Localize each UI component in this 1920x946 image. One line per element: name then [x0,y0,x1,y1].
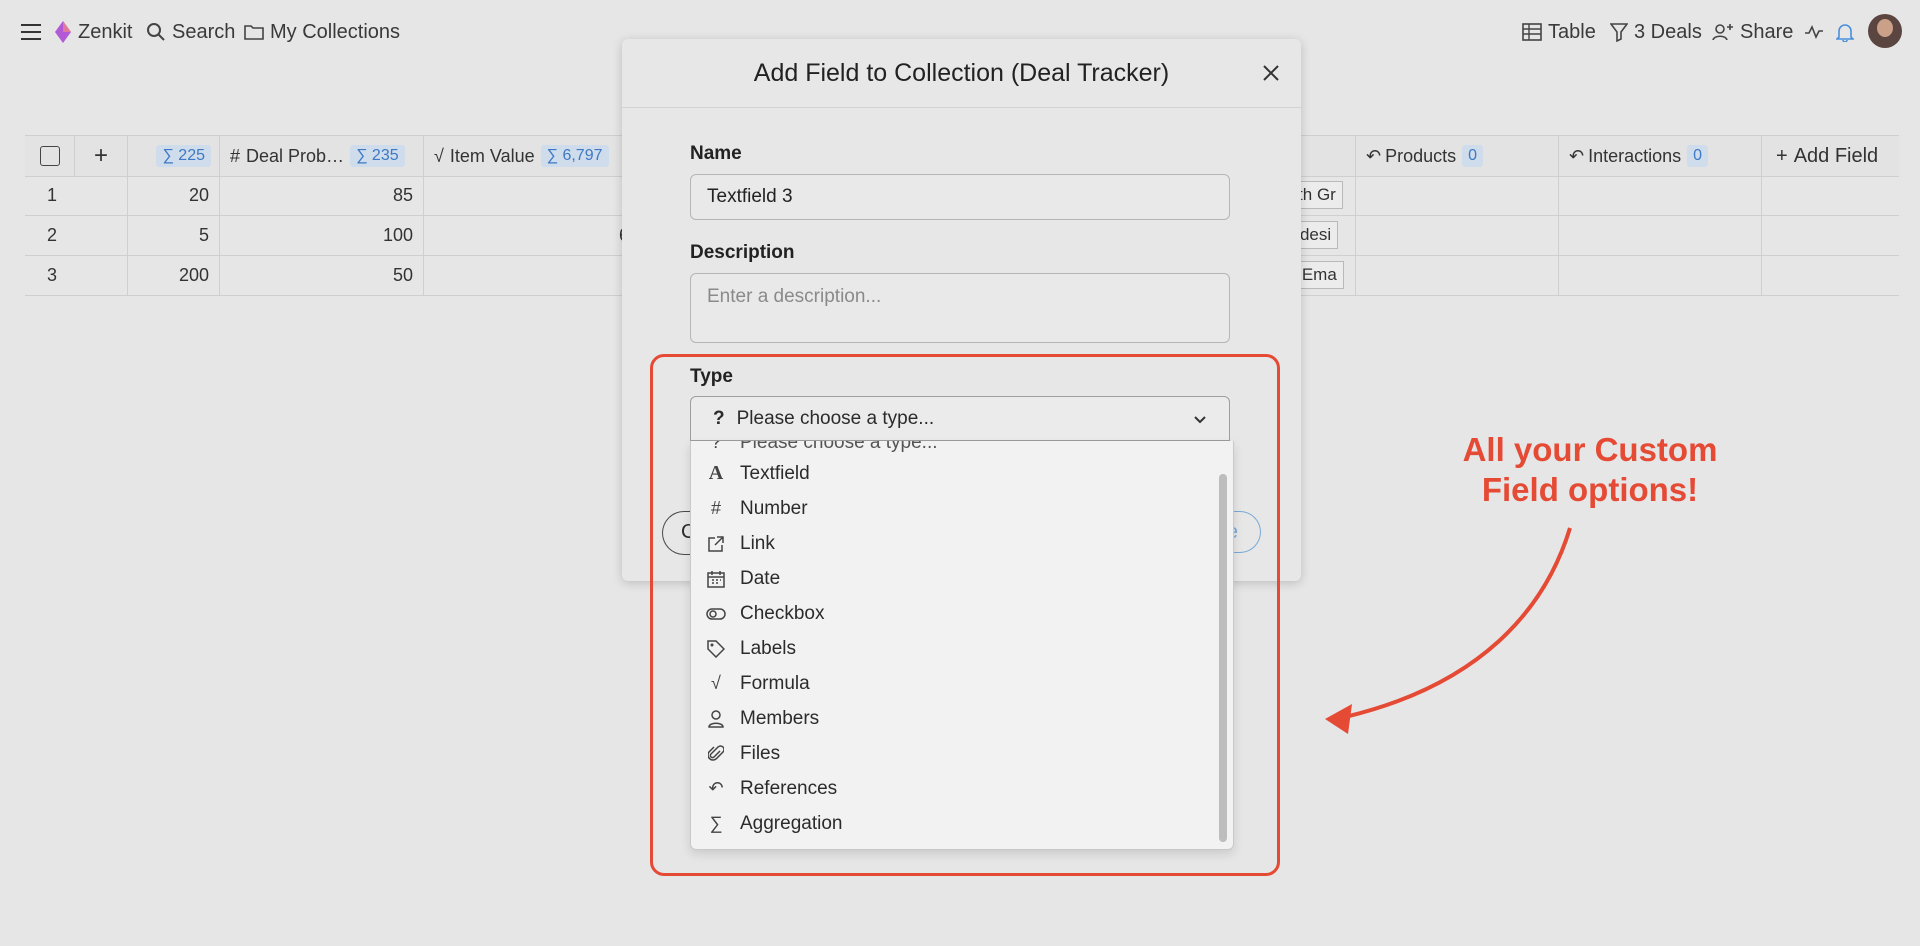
hamburger-menu-button[interactable] [20,18,42,46]
share-button[interactable]: Share [1712,18,1793,46]
description-textarea[interactable] [690,273,1230,343]
view-label: Table [1548,20,1596,43]
cell-interactions[interactable] [1559,255,1762,295]
search-button[interactable]: Search [146,18,235,46]
square-root-icon: √ [434,145,444,166]
cell-qty[interactable]: 200 [128,255,220,295]
column-label: Products [1385,145,1457,166]
add-field-button[interactable]: + Add Field [1762,136,1899,176]
avatar[interactable] [1868,14,1902,48]
column-count-badge: 0 [1687,145,1709,167]
view-switcher-button[interactable]: Table [1522,18,1596,46]
row-index: 2 [25,215,128,255]
annotation-text: All your Custom Field options! [1440,430,1740,510]
share-label: Share [1740,20,1794,43]
cell-deal-probability[interactable]: 85 [220,175,424,215]
search-label: Search [172,20,236,43]
select-all-checkbox[interactable] [39,146,60,166]
zenkit-logo-icon [55,21,71,43]
plus-icon: + [1776,144,1788,167]
reference-arrow-icon: ↶ [1569,145,1585,166]
cell-interactions[interactable] [1559,175,1762,215]
column-label: Deal Prob… [246,145,345,166]
activity-icon [1805,25,1823,39]
column-header-products[interactable]: ↶ Products 0 [1356,136,1559,176]
row-index: 3 [25,255,128,295]
annotation-line-1: All your Custom [1462,431,1718,468]
folder-icon [244,25,264,40]
cell-deal-probability[interactable]: 100 [220,215,424,255]
my-collections-link[interactable]: My Collections [244,18,400,46]
annotation-highlight-box [650,354,1280,876]
reference-arrow-icon: ↶ [1366,145,1382,166]
add-field-label: Add Field [1793,144,1879,167]
column-sum-badge: ∑ 6,797 [540,145,609,167]
column-header-qty[interactable]: ∑ 225 [128,136,220,176]
row-index: 1 [25,175,128,215]
share-icon [1712,24,1733,41]
name-input[interactable] [690,174,1230,220]
column-label: Interactions [1588,145,1682,166]
close-icon[interactable] [1261,63,1281,83]
select-all-cell [25,136,75,176]
my-collections-label: My Collections [270,20,401,43]
plus-icon: + [93,142,108,169]
cell-qty[interactable]: 20 [128,175,220,215]
column-header-deal-probability[interactable]: # Deal Prob… ∑ 235 [220,136,424,176]
bell-icon [1836,24,1854,42]
cell-products[interactable] [1356,255,1559,295]
column-sum-badge: ∑ 235 [350,145,405,167]
filter-icon [1610,23,1628,42]
hamburger-icon [21,24,41,40]
cell-products[interactable] [1356,175,1559,215]
cell-qty[interactable]: 5 [128,215,220,255]
name-label: Name [690,143,742,164]
filter-button[interactable]: 3 Deals [1610,18,1702,46]
cell-products[interactable] [1356,215,1559,255]
column-sum-badge: ∑ 225 [156,145,211,167]
annotation-line-2: Field options! [1481,471,1699,508]
cell-interactions[interactable] [1559,215,1762,255]
app-logo-link[interactable]: Zenkit [54,18,132,46]
description-label: Description [690,242,795,263]
activity-button[interactable] [1804,18,1824,46]
hash-icon: # [230,145,241,166]
app-name: Zenkit [78,20,133,43]
add-row-button[interactable]: + [75,136,128,176]
column-label: Item Value [449,145,535,166]
cell-deal-probability[interactable]: 50 [220,255,424,295]
search-icon [147,23,165,41]
column-header-interactions[interactable]: ↶ Interactions 0 [1559,136,1762,176]
notifications-button[interactable] [1836,18,1854,46]
table-icon [1522,23,1542,41]
modal-title: Add Field to Collection (Deal Tracker) [753,58,1170,87]
filter-label: 3 Deals [1634,20,1702,43]
modal-header: Add Field to Collection (Deal Tracker) [622,39,1301,108]
column-count-badge: 0 [1462,145,1484,167]
